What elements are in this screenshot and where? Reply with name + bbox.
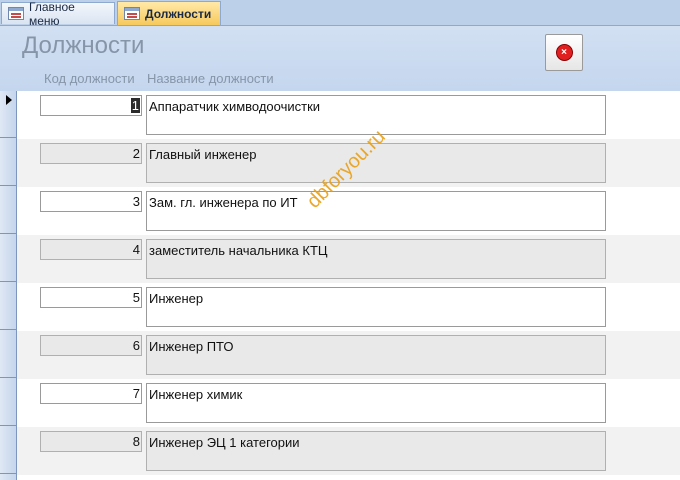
- record-selector[interactable]: [0, 331, 16, 378]
- position-name-field[interactable]: Инженер ПТО: [146, 335, 606, 375]
- tab-label: Должности: [145, 6, 212, 21]
- tab-main-menu[interactable]: Главное меню: [1, 0, 115, 28]
- tab-positions[interactable]: Должности: [117, 1, 221, 25]
- current-record-arrow-icon: [6, 95, 12, 105]
- record-row: 4 заместитель начальника КТЦ: [17, 235, 680, 283]
- record-selector-column: [0, 91, 17, 480]
- tab-strip: Главное меню Должности: [0, 0, 680, 28]
- position-code-field[interactable]: 8: [40, 431, 142, 452]
- position-code-value: 1: [130, 98, 140, 113]
- close-icon: ×: [555, 44, 573, 61]
- record-row: 7 Инженер химик: [17, 379, 680, 427]
- position-code-field[interactable]: 4: [40, 239, 142, 260]
- record-selector[interactable]: [0, 235, 16, 282]
- tab-label: Главное меню: [29, 0, 75, 28]
- record-selector[interactable]: [0, 187, 16, 234]
- close-form-button[interactable]: ×: [545, 34, 583, 71]
- position-name-field[interactable]: заместитель начальника КТЦ: [146, 239, 606, 279]
- form-header: Должности × Код должности Название должн…: [0, 26, 680, 91]
- form-icon: [124, 7, 140, 20]
- position-name-field[interactable]: Инженер: [146, 287, 606, 327]
- form-title: Должности: [22, 32, 145, 59]
- form-icon: [8, 7, 24, 20]
- record-selector[interactable]: [0, 379, 16, 426]
- position-code-field[interactable]: 6: [40, 335, 142, 356]
- record-selector[interactable]: [0, 427, 16, 474]
- column-header-name: Название должности: [147, 71, 274, 86]
- position-name-field[interactable]: Инженер ЭЦ 1 категории: [146, 431, 606, 471]
- position-name-field[interactable]: Инженер химик: [146, 383, 606, 423]
- record-row: 3 Зам. гл. инженера по ИТ: [17, 187, 680, 235]
- record-row: 1 Аппаратчик химводоочистки: [17, 91, 680, 139]
- position-name-field[interactable]: Зам. гл. инженера по ИТ: [146, 191, 606, 231]
- record-selector[interactable]: [0, 283, 16, 330]
- position-code-field[interactable]: 5: [40, 287, 142, 308]
- position-code-field[interactable]: 1: [40, 95, 142, 116]
- record-row: 5 Инженер: [17, 283, 680, 331]
- column-header-code: Код должности: [44, 71, 135, 86]
- record-selector[interactable]: [0, 91, 16, 138]
- position-code-field[interactable]: 7: [40, 383, 142, 404]
- position-code-field[interactable]: 2: [40, 143, 142, 164]
- record-selector[interactable]: [0, 139, 16, 186]
- record-row: 8 Инженер ЭЦ 1 категории: [17, 427, 680, 475]
- position-code-field[interactable]: 3: [40, 191, 142, 212]
- record-row: 6 Инженер ПТО: [17, 331, 680, 379]
